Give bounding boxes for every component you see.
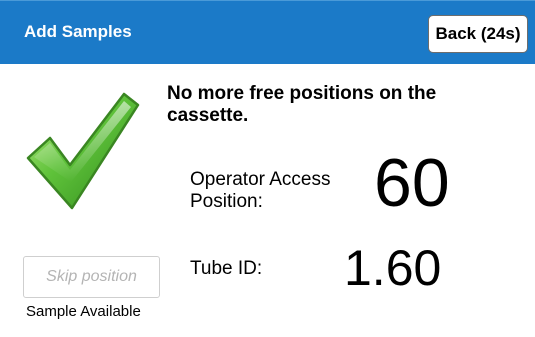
operator-access-label: Operator Access Position: xyxy=(190,169,331,212)
header-bar: Add Samples Back (24s) xyxy=(0,0,535,64)
skip-position-button[interactable]: Skip position xyxy=(23,256,160,298)
checkmark-icon xyxy=(26,92,140,210)
page-title: Add Samples xyxy=(24,22,132,41)
tube-id-value: 1.60 xyxy=(344,240,442,296)
status-message: No more free positions on the cassette. xyxy=(167,83,437,126)
back-button[interactable]: Back (24s) xyxy=(428,15,528,53)
operator-access-value: 60 xyxy=(374,145,450,221)
sample-status-text: Sample Available xyxy=(26,303,141,320)
tube-id-label: Tube ID: xyxy=(190,258,263,279)
